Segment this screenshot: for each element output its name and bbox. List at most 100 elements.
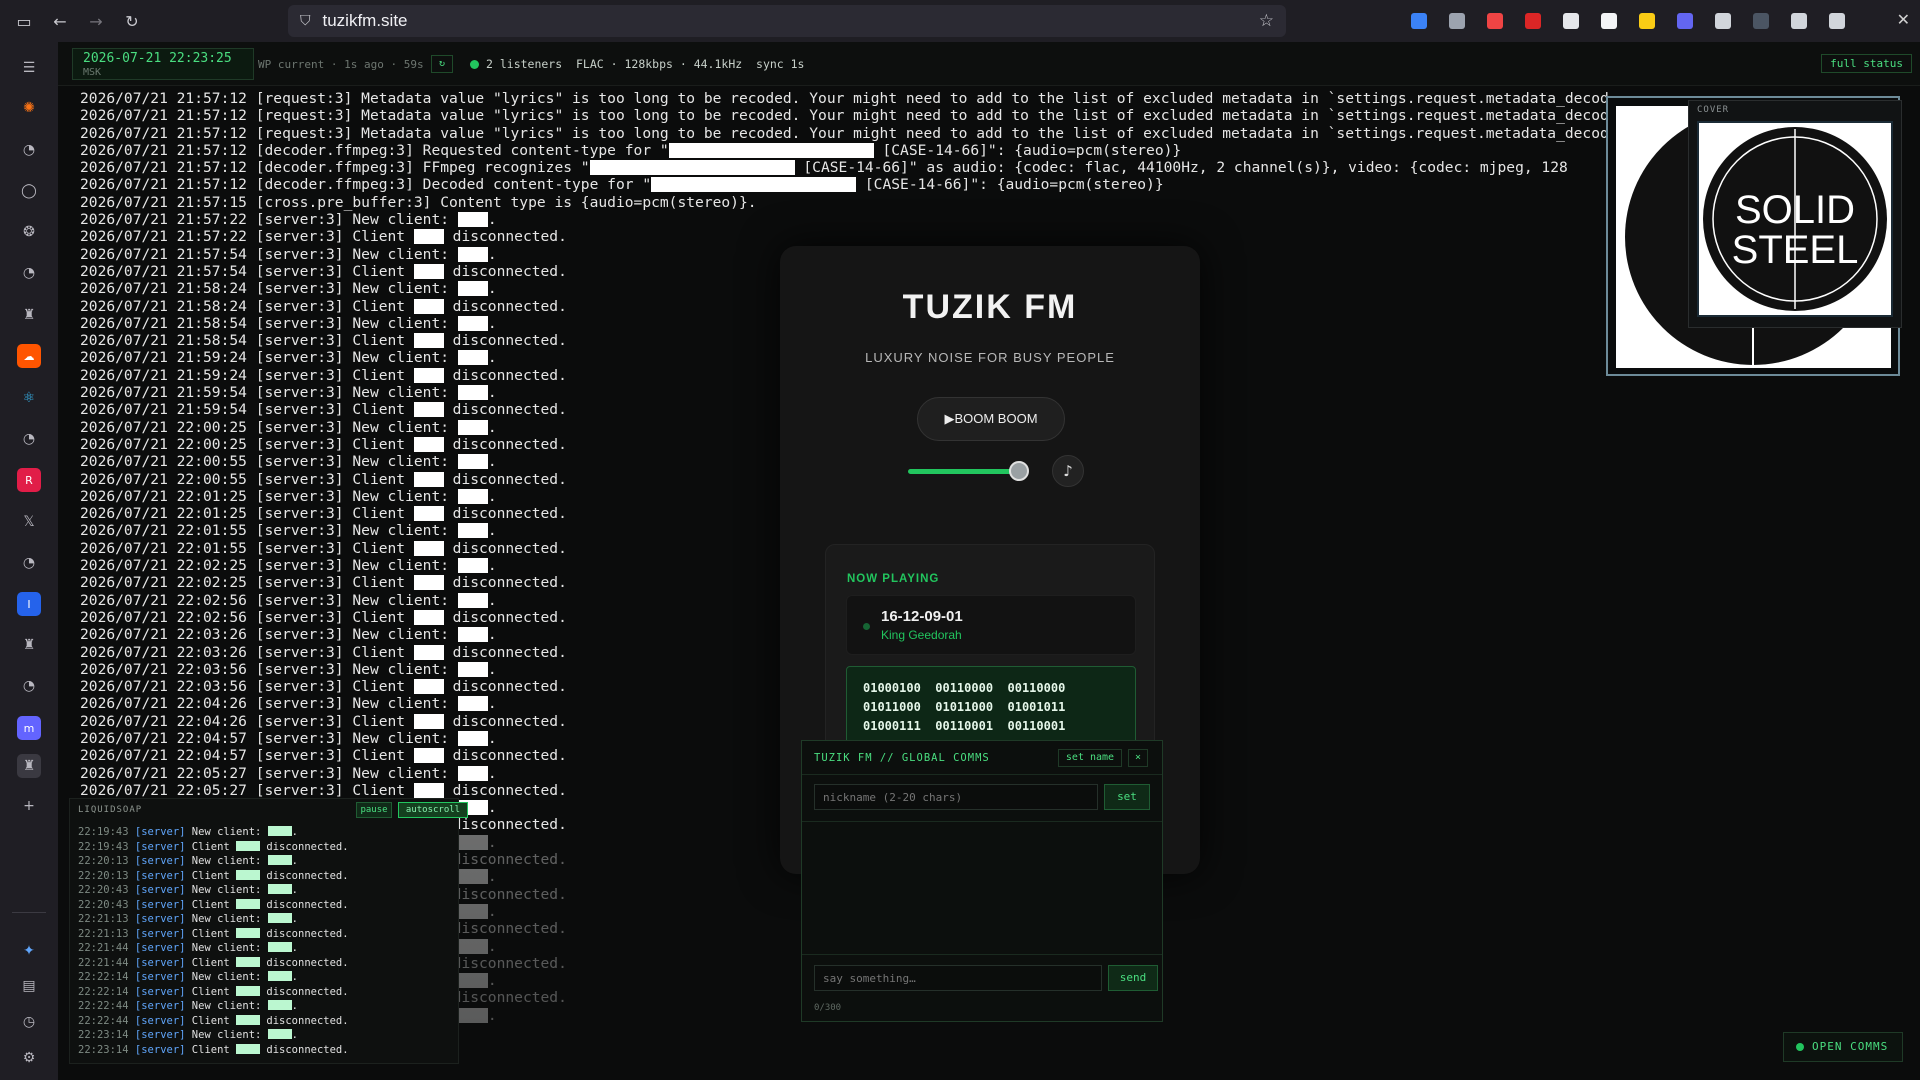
extension-icon[interactable] [1818,0,1856,42]
extension-glyph-icon [1563,13,1579,29]
full-status-button[interactable]: full status [1821,54,1912,73]
liquidsoap-log-line: 22:21:44 [server] New client: . [78,942,298,954]
github-icon[interactable]: ◯ [17,179,41,203]
extensions-toolbar [1400,0,1856,42]
log-time: 22:22:44 [78,1000,135,1012]
add-icon[interactable]: + [17,794,41,818]
timer-icon[interactable]: ◔ [17,427,41,451]
log-line: 2026/07/21 21:57:22 [server:3] New clien… [80,211,497,229]
log-tag: [server] [134,855,186,867]
settings-icon[interactable]: ⚙ [17,1046,41,1070]
timer-icon[interactable]: ◔ [17,138,41,162]
extension-icon[interactable] [1438,0,1476,42]
log-time: 22:20:43 [78,884,135,896]
forward-icon[interactable]: → [78,0,114,42]
pause-button[interactable]: pause [356,802,392,818]
back-icon[interactable]: ← [42,0,78,42]
liquidsoap-log-line: 22:20:13 [server] Client disconnected. [78,869,349,882]
track-status-dot [863,623,870,630]
sidebar-divider [12,912,46,913]
shirt-icon[interactable]: ♜ [17,303,41,327]
info-icon[interactable]: I [17,592,41,616]
extension-icon[interactable] [1666,0,1704,42]
status-bar: 2026-07-21 22:23:25 MSK WP current · 1s … [58,42,1920,86]
cover-thumbnail: SOLID STEEL [1697,121,1893,317]
set-nickname-button[interactable]: set [1104,784,1150,810]
send-button[interactable]: send [1108,965,1158,991]
extension-icon[interactable] [1742,0,1780,42]
redacted-client-id [413,679,444,695]
redacted-client-id [457,592,488,608]
redacted-client-id [413,471,444,487]
liquidsoap-log-line: 22:21:44 [server] Client disconnected. [78,956,349,969]
reload-icon[interactable]: ↻ [114,0,150,42]
set-name-button[interactable]: set name [1058,749,1122,767]
log-line: 2026/07/21 21:57:12 [decoder.ffmpeg:3] R… [80,141,1182,159]
redacted-client-id [236,840,261,851]
station-title: TUZIK FM [902,288,1078,326]
listeners-info: 2 listeners FLAC · 128kbps · 44.1kHz syn… [486,57,805,71]
nickname-input[interactable] [814,784,1098,810]
sidebar-toggle-icon[interactable]: ▭ [6,0,42,42]
history-icon[interactable]: ◷ [17,1010,41,1034]
mastodon-icon[interactable]: m [17,716,41,740]
extension-icon[interactable] [1514,0,1552,42]
shirt-icon[interactable]: ♜ [17,633,41,657]
address-bar[interactable]: ⛉ tuzikfm.site ☆ [288,5,1286,37]
extension-icon[interactable] [1476,0,1514,42]
extension-icon[interactable] [1628,0,1666,42]
raindrop-icon[interactable]: R [17,468,41,492]
extension-glyph-icon [1525,13,1541,29]
openai-icon[interactable]: ❂ [17,220,41,244]
timer-icon[interactable]: ◔ [17,551,41,575]
bookmark-star-icon[interactable]: ☆ [1259,11,1274,31]
open-comms-button[interactable]: OPEN COMMS [1783,1032,1903,1062]
redacted-client-id [413,506,444,522]
log-tag: [server] [134,869,186,882]
extension-glyph-icon [1791,13,1807,29]
log-time: 22:22:14 [78,985,135,998]
soundcloud-icon[interactable]: ☁ [17,344,41,368]
liquidsoap-log-line: 22:22:14 [server] New client: . [78,971,298,983]
music-note-button[interactable]: ♪ [1052,455,1084,487]
clock-time: 2026-07-21 22:23:25 [83,51,232,66]
close-window-icon[interactable]: ✕ [1897,10,1910,29]
redacted-client-id [457,315,488,331]
sidebar-toggle-icon[interactable]: ☰ [17,56,41,80]
react-icon[interactable]: ⚛ [17,386,41,410]
extension-icon[interactable] [1590,0,1628,42]
redacted-client-id [457,730,488,746]
redacted-text [668,142,874,158]
extension-icon[interactable] [1552,0,1590,42]
extension-icon[interactable] [1400,0,1438,42]
log-tag: [server] [134,1000,186,1012]
sparkle-icon[interactable]: ✦ [17,939,41,963]
extension-glyph-icon [1639,13,1655,29]
timer-icon[interactable]: ◔ [17,674,41,698]
refresh-button[interactable]: ↻ [431,55,453,73]
redacted-client-id [267,971,292,981]
message-input[interactable] [814,965,1102,991]
volume-knob[interactable] [1008,461,1029,481]
redacted-client-id [413,713,444,729]
solid-steel-art-icon: SOLID STEEL [1699,123,1891,315]
close-comms-button[interactable]: × [1128,749,1148,767]
timer-icon[interactable]: ◔ [17,261,41,285]
volume-slider[interactable] [908,469,1018,474]
autoscroll-toggle[interactable]: autoscroll [398,802,468,818]
log-time: 22:20:13 [78,869,135,882]
station-tagline: LUXURY NOISE FOR BUSY PEOPLE [865,350,1115,365]
redacted-client-id [457,385,488,401]
storage-icon[interactable]: ▤ [17,974,41,998]
char-counter: 0/300 [814,1003,842,1013]
url-text[interactable]: tuzikfm.site [323,11,408,31]
orange-extension-icon[interactable]: ✺ [17,96,41,120]
extension-icon[interactable] [1780,0,1818,42]
extension-icon[interactable] [1704,0,1742,42]
redacted-client-id [457,454,488,470]
shirt-icon[interactable]: ♜ [17,754,41,778]
comms-title: TUZIK FM // GLOBAL COMMS [814,752,990,764]
liquidsoap-log-line: 22:19:43 [server] Client disconnected. [78,840,349,853]
play-button[interactable]: ▶BOOM BOOM [917,397,1065,441]
x-icon[interactable]: 𝕏 [17,510,41,534]
